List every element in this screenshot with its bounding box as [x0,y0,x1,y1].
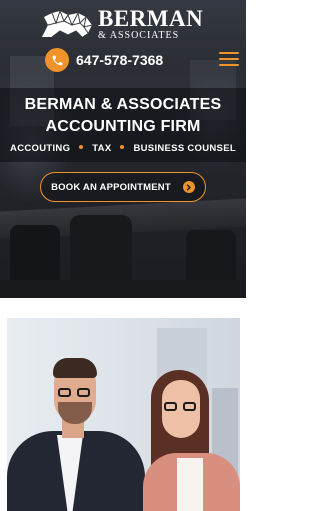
hero-section: BERMAN & ASSOCIATES 647-578-7368 BERMAN … [0,0,246,298]
team-photo [7,318,240,511]
brand-logo[interactable]: BERMAN & ASSOCIATES [38,6,208,42]
services-list: ACCOUTING TAX BUSINESS COUNSEL [0,143,246,154]
service-accounting: ACCOUTING [10,143,71,154]
woman-top [177,458,203,511]
service-tax: TAX [92,143,112,154]
man-hair [53,358,97,378]
brand-name: BERMAN [98,5,204,31]
man-glasses [58,388,92,398]
service-business-counsel: BUSINESS COUNSEL [133,143,236,154]
phone-icon [45,48,69,72]
brand-subtitle: & ASSOCIATES [98,29,180,41]
hero-title-line-2: ACCOUNTING FIRM [45,118,201,135]
woman-glasses [164,402,198,412]
lion-icon [42,9,93,38]
phone-number: 647-578-7368 [76,52,164,68]
hamburger-menu-icon[interactable] [219,52,239,68]
phone-link[interactable]: 647-578-7368 [45,48,163,72]
bullet-dot-icon [120,145,125,150]
brand-wordmark: BERMAN & ASSOCIATES [98,5,204,41]
bullet-dot-icon [79,145,84,150]
hero-title-line-1: BERMAN & ASSOCIATES [24,96,222,113]
hero-title: BERMAN & ASSOCIATES ACCOUNTING FIRM [0,94,246,138]
arrow-right-icon [182,181,195,193]
book-appointment-button[interactable]: BOOK AN APPOINTMENT [40,172,206,202]
book-appointment-label: BOOK AN APPOINTMENT [51,181,171,193]
